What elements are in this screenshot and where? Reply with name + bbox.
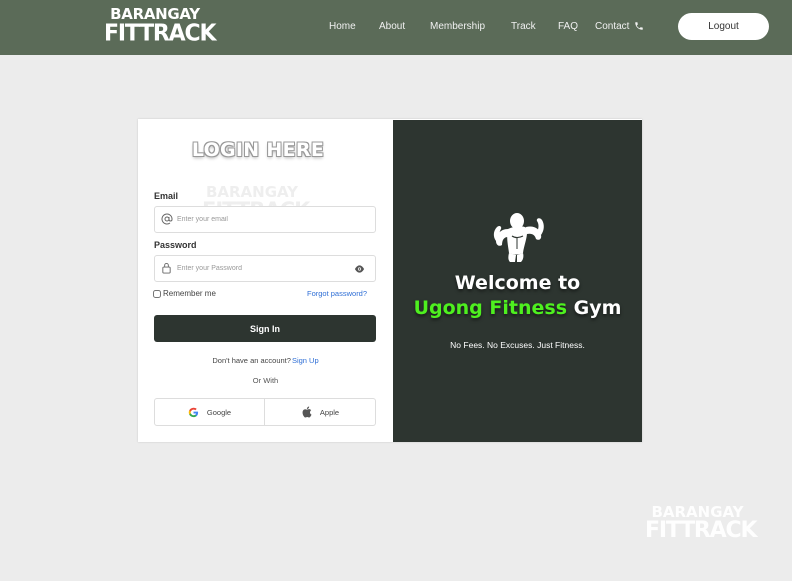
google-label: Google — [206, 407, 232, 417]
form-watermark-line1: BARANGAY — [205, 183, 299, 201]
gym-name-part3: Gym — [573, 297, 622, 319]
password-field-box — [154, 255, 376, 282]
google-login-button[interactable]: Google — [154, 398, 265, 426]
logout-button[interactable]: Logout — [678, 13, 769, 40]
apple-icon — [302, 406, 312, 418]
welcome-line1: Welcome to — [454, 272, 581, 294]
nav-about[interactable]: About — [379, 21, 405, 32]
gym-name-part2: Fitness — [489, 297, 568, 319]
muscle-man-icon — [493, 213, 544, 262]
signup-row: Don't have an account?Sign Up — [138, 356, 393, 365]
nav-membership[interactable]: Membership — [430, 21, 485, 32]
password-field[interactable] — [177, 256, 347, 281]
apple-label: Apple — [319, 407, 340, 417]
navbar: BARANGAY FITTRACK Home About Membership … — [0, 0, 792, 55]
password-label: Password — [154, 240, 197, 250]
lock-icon — [162, 262, 171, 274]
gym-name-part1: Ugong — [413, 297, 483, 319]
eye-icon[interactable] — [354, 264, 365, 274]
no-account-text: Don't have an account? — [212, 356, 291, 365]
nav-track[interactable]: Track — [511, 21, 536, 32]
remember-label: Remember me — [163, 289, 216, 298]
remember-me[interactable]: Remember me — [153, 289, 216, 298]
forgot-password-link[interactable]: Forgot password? — [307, 289, 367, 298]
footer-watermark-line2: FITTRACK — [645, 518, 757, 543]
footer-watermark-logo: BARANGAY FITTRACK — [645, 505, 757, 543]
login-panel: LOGIN HERE BARANGAY FITTRACK Email Passw… — [138, 119, 393, 442]
sign-in-button[interactable]: Sign In — [154, 315, 376, 342]
login-title: LOGIN HERE — [191, 139, 325, 161]
nav-home[interactable]: Home — [329, 21, 356, 32]
sign-up-link[interactable]: Sign Up — [292, 356, 319, 365]
tagline: No Fees. No Excuses. Just Fitness. — [450, 340, 585, 350]
email-label: Email — [154, 191, 179, 201]
remember-checkbox[interactable] — [153, 289, 161, 298]
nav-faq[interactable]: FAQ — [558, 21, 578, 32]
login-card: LOGIN HERE BARANGAY FITTRACK Email Passw… — [138, 119, 642, 442]
welcome-panel: Welcome to Ugong Fitness Gym No Fees. No… — [393, 120, 642, 442]
email-field[interactable] — [177, 207, 347, 232]
or-with-text: Or With — [252, 376, 279, 385]
phone-icon — [635, 22, 644, 30]
at-sign-icon — [161, 213, 173, 225]
nav-contact-wrap[interactable]: Contact — [595, 21, 644, 32]
email-field-box — [154, 206, 376, 233]
brand-logo[interactable]: BARANGAY FITTRACK — [104, 7, 216, 47]
nav-contact[interactable]: Contact — [595, 21, 629, 32]
google-icon — [188, 407, 198, 417]
logo-line2: FITTRACK — [104, 20, 216, 47]
apple-login-button[interactable]: Apple — [265, 398, 376, 426]
welcome-heading: Welcome to Ugong Fitness Gym — [393, 271, 642, 321]
